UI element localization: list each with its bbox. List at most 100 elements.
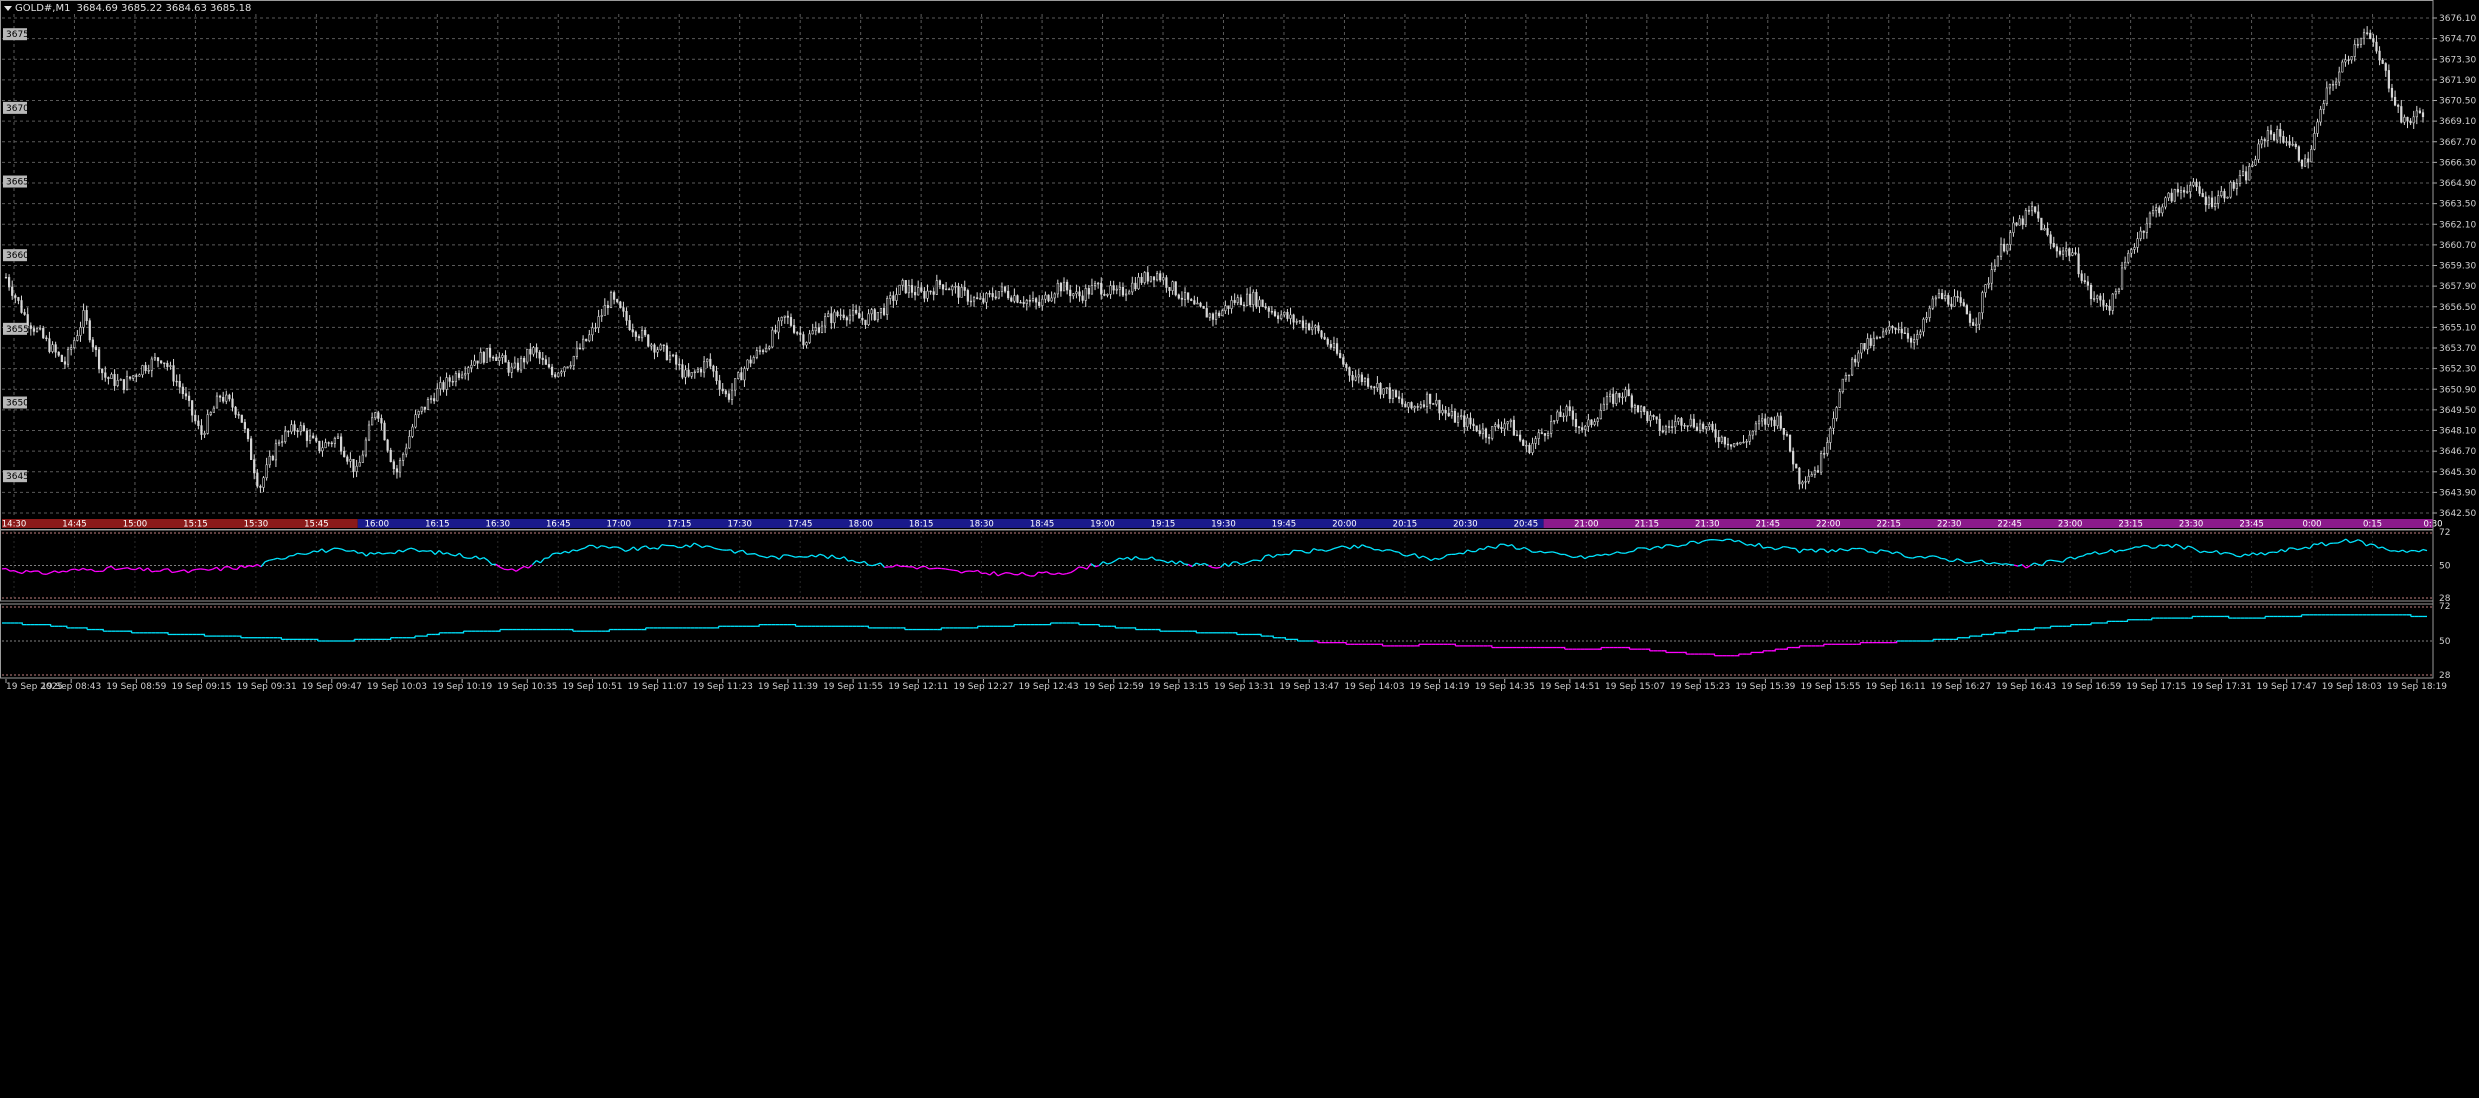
- time-label: 15:00: [123, 520, 148, 530]
- candle-body: [1664, 426, 1668, 433]
- date-label: 19 Sep 08:59: [106, 682, 166, 692]
- candle-body: [2021, 218, 2024, 225]
- candle-body: [1118, 286, 1121, 290]
- candle-body: [1770, 417, 1773, 421]
- candle-body: [1487, 437, 1491, 439]
- candle-body: [175, 380, 178, 383]
- candle-body: [1432, 403, 1435, 405]
- rsi1-segment: [313, 550, 318, 553]
- candle-body: [2272, 133, 2276, 141]
- candle-body: [2241, 171, 2245, 176]
- candle-body: [1233, 300, 1236, 303]
- rsi1-segment: [1277, 553, 1282, 556]
- time-label: 16:30: [486, 520, 511, 530]
- candle-body: [1348, 367, 1351, 376]
- candle-body: [1757, 420, 1761, 425]
- candle-body: [1174, 281, 1177, 296]
- candle-body: [1075, 291, 1078, 295]
- trading-chart[interactable]: 14:30 14:45 15:00 15:15 15:30 15:45 16:00 16:15…: [0, 0, 2479, 1098]
- candle-body: [675, 354, 678, 365]
- rsi1-segment: [463, 556, 468, 559]
- candle-body: [1478, 430, 1481, 435]
- candle-body: [163, 362, 166, 364]
- time-label: 0:00: [2303, 520, 2322, 530]
- candle-body: [755, 350, 758, 358]
- time-label: 22:30: [1937, 520, 1962, 530]
- level-label: 3655: [6, 325, 29, 335]
- candle-body: [2415, 110, 2418, 118]
- candle-body: [948, 288, 951, 291]
- date-label: 19 Sep 18:19: [2387, 682, 2447, 692]
- rsi1-segment: [1459, 552, 1464, 555]
- candle-body: [1466, 417, 1469, 428]
- candle-body: [1317, 325, 1320, 332]
- candle-body: [740, 372, 743, 381]
- candle-body: [597, 316, 600, 328]
- candle-body: [2257, 143, 2260, 160]
- candle-body: [1354, 376, 1357, 381]
- candle-body: [917, 287, 920, 296]
- candle-body: [336, 436, 340, 439]
- candle-body: [42, 328, 45, 339]
- candle-body: [1289, 314, 1292, 319]
- candle-body: [2077, 253, 2080, 275]
- candle-body: [1218, 312, 1221, 317]
- candle-body: [1978, 312, 1981, 325]
- candle-body: [433, 398, 436, 402]
- candle-body: [2335, 81, 2338, 85]
- candle-body: [2093, 298, 2096, 300]
- rsi1-segment: [119, 567, 124, 570]
- candle-body: [144, 365, 147, 371]
- candle-body: [1494, 424, 1497, 427]
- time-label: 16:00: [365, 520, 390, 530]
- time-label: 23:15: [2118, 520, 2143, 530]
- candle-body: [2117, 288, 2121, 292]
- candle-body: [2421, 112, 2425, 118]
- candle-body: [20, 300, 23, 313]
- candle-body: [1093, 283, 1097, 286]
- candle-body: [1851, 358, 1854, 376]
- candle-body: [1953, 296, 1956, 307]
- candle-body: [2397, 104, 2400, 107]
- candle-body: [1500, 427, 1503, 430]
- candle-body: [2316, 121, 2319, 134]
- candle-body: [110, 374, 113, 379]
- candle-body: [2201, 193, 2204, 198]
- candle-body: [1128, 291, 1131, 295]
- candle-body: [2167, 192, 2170, 199]
- candle-body: [1224, 305, 1227, 312]
- candle-body: [250, 438, 253, 461]
- candle-body: [808, 333, 811, 343]
- candle-body: [582, 338, 585, 349]
- candle-body: [730, 389, 734, 400]
- candle-body: [305, 430, 309, 441]
- candle-body: [324, 442, 327, 449]
- rsi1-segment: [758, 555, 764, 558]
- candle-body: [613, 292, 616, 300]
- candle-body: [1956, 296, 1959, 298]
- date-label: 19 Sep 12:11: [888, 682, 948, 692]
- candle-body: [2409, 120, 2412, 124]
- time-label: 20:45: [1514, 520, 1539, 530]
- candle-body: [1230, 300, 1233, 309]
- candle-body: [2294, 143, 2297, 148]
- time-label: 15:30: [244, 520, 269, 530]
- dropdown-triangle-icon[interactable]: [4, 5, 12, 11]
- candle-body: [1311, 326, 1314, 331]
- candle-body: [70, 347, 73, 350]
- time-label: 20:30: [1453, 520, 1478, 530]
- candle-body: [771, 329, 774, 348]
- candle-body: [1149, 276, 1152, 282]
- candle-body: [343, 450, 346, 458]
- candle-body: [2353, 44, 2356, 57]
- candle-body: [532, 347, 535, 355]
- candle-body: [1283, 311, 1286, 316]
- candle-body: [135, 375, 138, 377]
- candle-body: [1680, 418, 1683, 426]
- candle-body: [330, 442, 333, 445]
- candle-body: [1456, 416, 1460, 423]
- candle-body: [138, 374, 141, 377]
- candle-body: [1671, 426, 1674, 428]
- candle-body: [2276, 129, 2279, 141]
- candle-body: [2322, 103, 2325, 110]
